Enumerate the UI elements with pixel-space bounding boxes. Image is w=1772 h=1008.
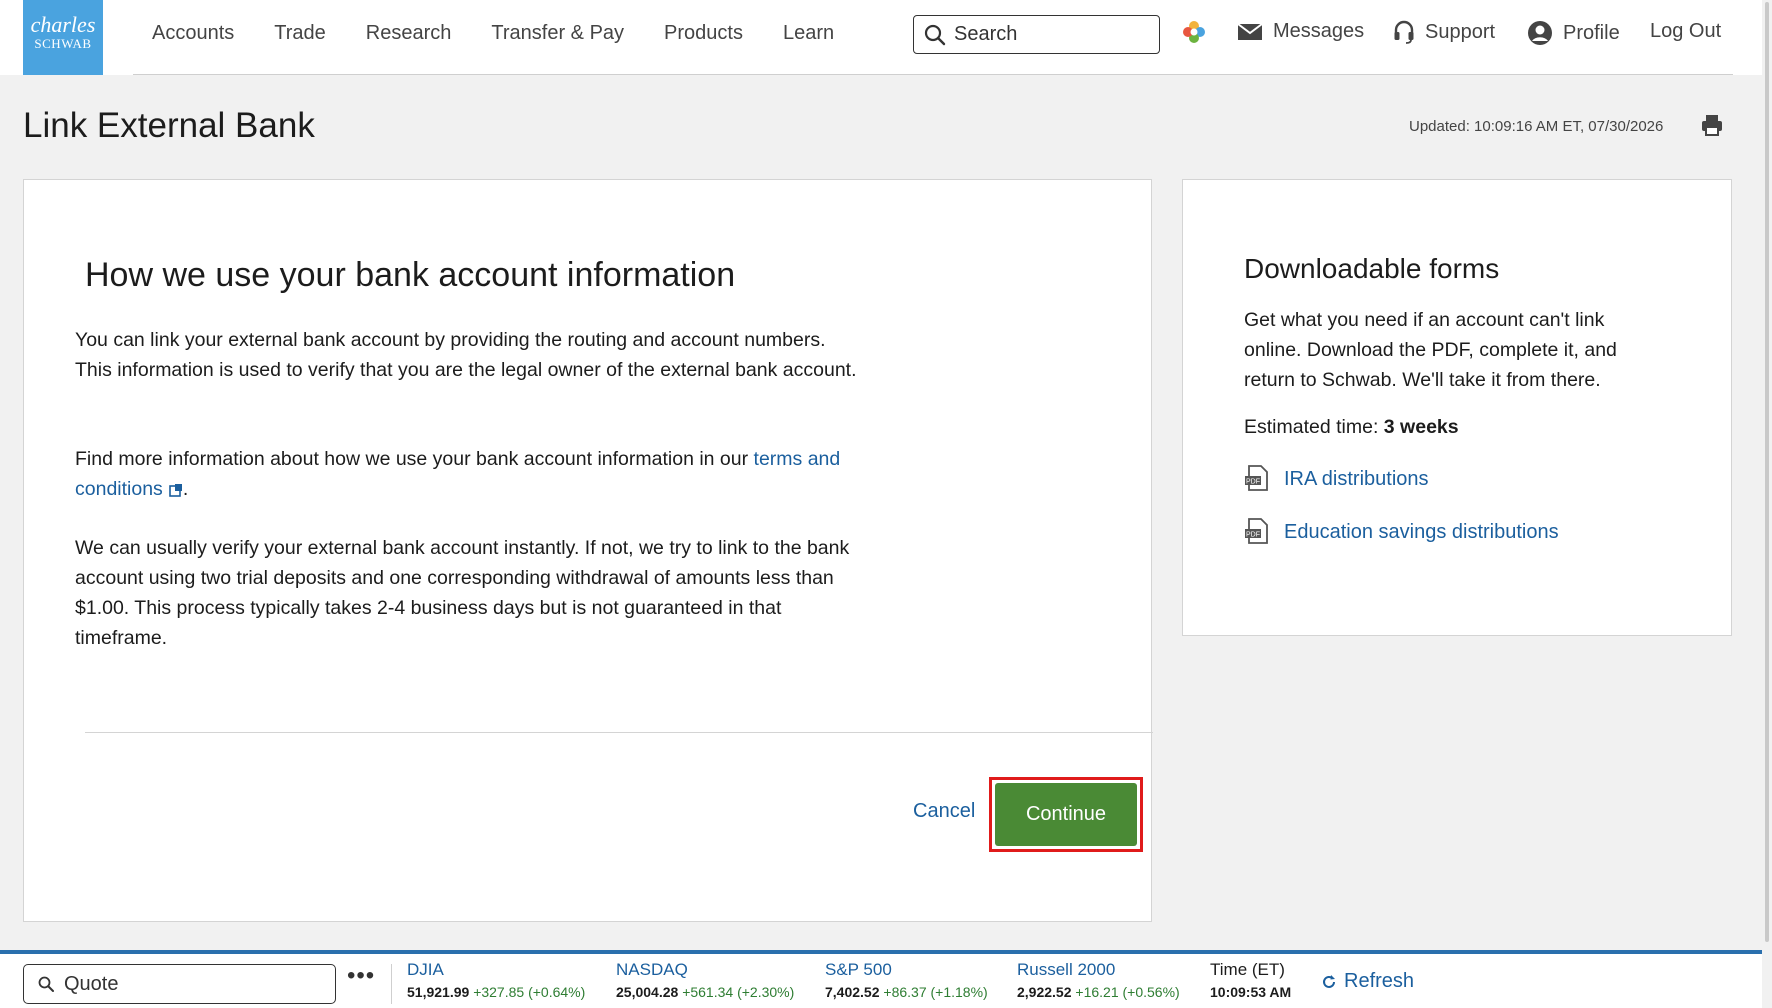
profile-label: Profile bbox=[1563, 21, 1620, 44]
nav-research[interactable]: Research bbox=[366, 22, 452, 45]
more-options-button[interactable]: ••• bbox=[347, 962, 375, 990]
headset-icon bbox=[1394, 20, 1414, 44]
nav-products[interactable]: Products bbox=[664, 22, 743, 45]
messages-label: Messages bbox=[1273, 20, 1365, 42]
refresh-label: Refresh bbox=[1344, 970, 1415, 992]
continue-button[interactable]: Continue bbox=[995, 783, 1137, 846]
updated-timestamp: Updated: 10:09:16 AM ET, 07/30/2026 bbox=[1409, 118, 1664, 135]
pdf-icon: PDF bbox=[1245, 518, 1268, 544]
index-name: DJIA bbox=[407, 960, 444, 979]
index-name: NASDAQ bbox=[616, 960, 688, 979]
index-russell2000[interactable]: Russell 2000 2,922.52 +16.21 (+0.56%) bbox=[1017, 960, 1180, 1004]
logout-link[interactable]: Log Out bbox=[1650, 20, 1721, 43]
quote-input[interactable] bbox=[64, 972, 324, 996]
header-divider bbox=[133, 74, 1733, 75]
svg-text:PDF: PDF bbox=[1246, 479, 1260, 486]
logo-line-1: charles bbox=[30, 12, 96, 37]
time-value: 10:09:53 AM bbox=[1210, 984, 1292, 1000]
schwab-logo[interactable]: charles SCHWAB bbox=[23, 0, 103, 75]
index-sp500[interactable]: S&P 500 7,402.52 +86.37 (+1.18%) bbox=[825, 960, 988, 1004]
search-box[interactable] bbox=[913, 15, 1160, 54]
index-change: +561.34 (+2.30%) bbox=[682, 984, 795, 1000]
logo-line-2: SCHWAB bbox=[34, 36, 92, 51]
pdf-icon: PDF bbox=[1245, 465, 1268, 491]
nav-transfer-pay[interactable]: Transfer & Pay bbox=[491, 22, 624, 45]
index-djia[interactable]: DJIA 51,921.99 +327.85 (+0.64%) bbox=[407, 960, 585, 1004]
index-value: 25,004.28 +561.34 (+2.30%) bbox=[616, 980, 794, 1004]
print-icon bbox=[1702, 115, 1722, 136]
nav-accounts[interactable]: Accounts bbox=[152, 22, 234, 45]
index-value: 2,922.52 +16.21 (+0.56%) bbox=[1017, 980, 1180, 1004]
top-header: charles SCHWAB Accounts Trade Research T… bbox=[0, 0, 1772, 75]
est-value: 3 weeks bbox=[1383, 416, 1459, 438]
mail-icon bbox=[1237, 22, 1263, 40]
form-link-ira-label: IRA distributions bbox=[1284, 467, 1429, 490]
card-title: How we use your bank account information bbox=[85, 256, 736, 294]
index-value-number: 7,402.52 bbox=[825, 984, 880, 1000]
market-ticker-bar: ••• DJIA 51,921.99 +327.85 (+0.64%) NASD… bbox=[0, 950, 1762, 1008]
index-name: S&P 500 bbox=[825, 960, 892, 979]
print-button[interactable] bbox=[1700, 113, 1724, 142]
time-label: Time (ET) bbox=[1210, 960, 1285, 979]
index-change: +327.85 (+0.64%) bbox=[473, 984, 586, 1000]
index-name: Russell 2000 bbox=[1017, 960, 1116, 979]
support-label: Support bbox=[1425, 20, 1496, 43]
user-circle-icon bbox=[1528, 21, 1552, 45]
info-paragraph-1: You can link your external bank account … bbox=[75, 329, 857, 381]
search-icon bbox=[38, 976, 54, 992]
form-link-ira[interactable]: PDF IRA distributions bbox=[1244, 465, 1429, 493]
svg-text:PDF: PDF bbox=[1246, 532, 1260, 539]
form-link-education[interactable]: PDF Education savings distributions bbox=[1244, 518, 1559, 546]
info-paragraph-2-end: . bbox=[182, 478, 189, 500]
downloadable-forms-card: Downloadable forms Get what you need if … bbox=[1182, 179, 1732, 636]
market-time: Time (ET) 10:09:53 AM bbox=[1210, 960, 1291, 1004]
cancel-button[interactable]: Cancel bbox=[913, 800, 975, 823]
main-nav: Accounts Trade Research Transfer & Pay P… bbox=[152, 22, 874, 45]
ticker-separator bbox=[391, 964, 392, 1004]
messages-link[interactable]: Messages bbox=[1237, 20, 1364, 43]
info-paragraph-2-text: Find more information about how we use y… bbox=[75, 448, 754, 470]
refresh-icon bbox=[1323, 974, 1335, 988]
side-card-title: Downloadable forms bbox=[1244, 253, 1500, 284]
index-value-number: 51,921.99 bbox=[407, 984, 470, 1000]
page-title: Link External Bank bbox=[23, 106, 315, 145]
scrollbar-thumb[interactable] bbox=[1765, 2, 1769, 942]
support-link[interactable]: Support bbox=[1393, 20, 1495, 44]
index-change: +16.21 (+0.56%) bbox=[1075, 984, 1180, 1000]
card-divider bbox=[85, 732, 1153, 733]
index-change: +86.37 (+1.18%) bbox=[883, 984, 988, 1000]
nav-trade[interactable]: Trade bbox=[274, 22, 326, 45]
side-card-text: Get what you need if an account can't li… bbox=[1244, 309, 1617, 391]
search-icon bbox=[924, 24, 946, 46]
index-value: 7,402.52 +86.37 (+1.18%) bbox=[825, 980, 988, 1004]
quote-box[interactable] bbox=[23, 964, 336, 1004]
external-link-icon bbox=[169, 483, 182, 497]
refresh-button[interactable]: Refresh bbox=[1321, 970, 1414, 993]
profile-link[interactable]: Profile bbox=[1527, 20, 1620, 46]
app-switcher-icon bbox=[1183, 21, 1205, 43]
info-paragraph-3: We can usually verify your external bank… bbox=[75, 537, 850, 649]
continue-highlight: Continue bbox=[989, 777, 1143, 852]
est-label: Estimated time: bbox=[1244, 416, 1384, 438]
index-nasdaq[interactable]: NASDAQ 25,004.28 +561.34 (+2.30%) bbox=[616, 960, 794, 1004]
nav-learn[interactable]: Learn bbox=[783, 22, 834, 45]
bank-info-card: How we use your bank account information… bbox=[23, 179, 1153, 922]
info-paragraph-2: Find more information about how we use y… bbox=[75, 444, 865, 504]
form-link-education-label: Education savings distributions bbox=[1284, 520, 1559, 543]
search-input[interactable] bbox=[954, 22, 1149, 46]
index-value-number: 2,922.52 bbox=[1017, 984, 1072, 1000]
app-switcher[interactable] bbox=[1182, 20, 1216, 44]
estimated-time: Estimated time: 3 weeks bbox=[1244, 416, 1459, 439]
logout-label: Log Out bbox=[1650, 20, 1722, 42]
index-value-number: 25,004.28 bbox=[616, 984, 679, 1000]
index-value: 51,921.99 +327.85 (+0.64%) bbox=[407, 980, 585, 1004]
